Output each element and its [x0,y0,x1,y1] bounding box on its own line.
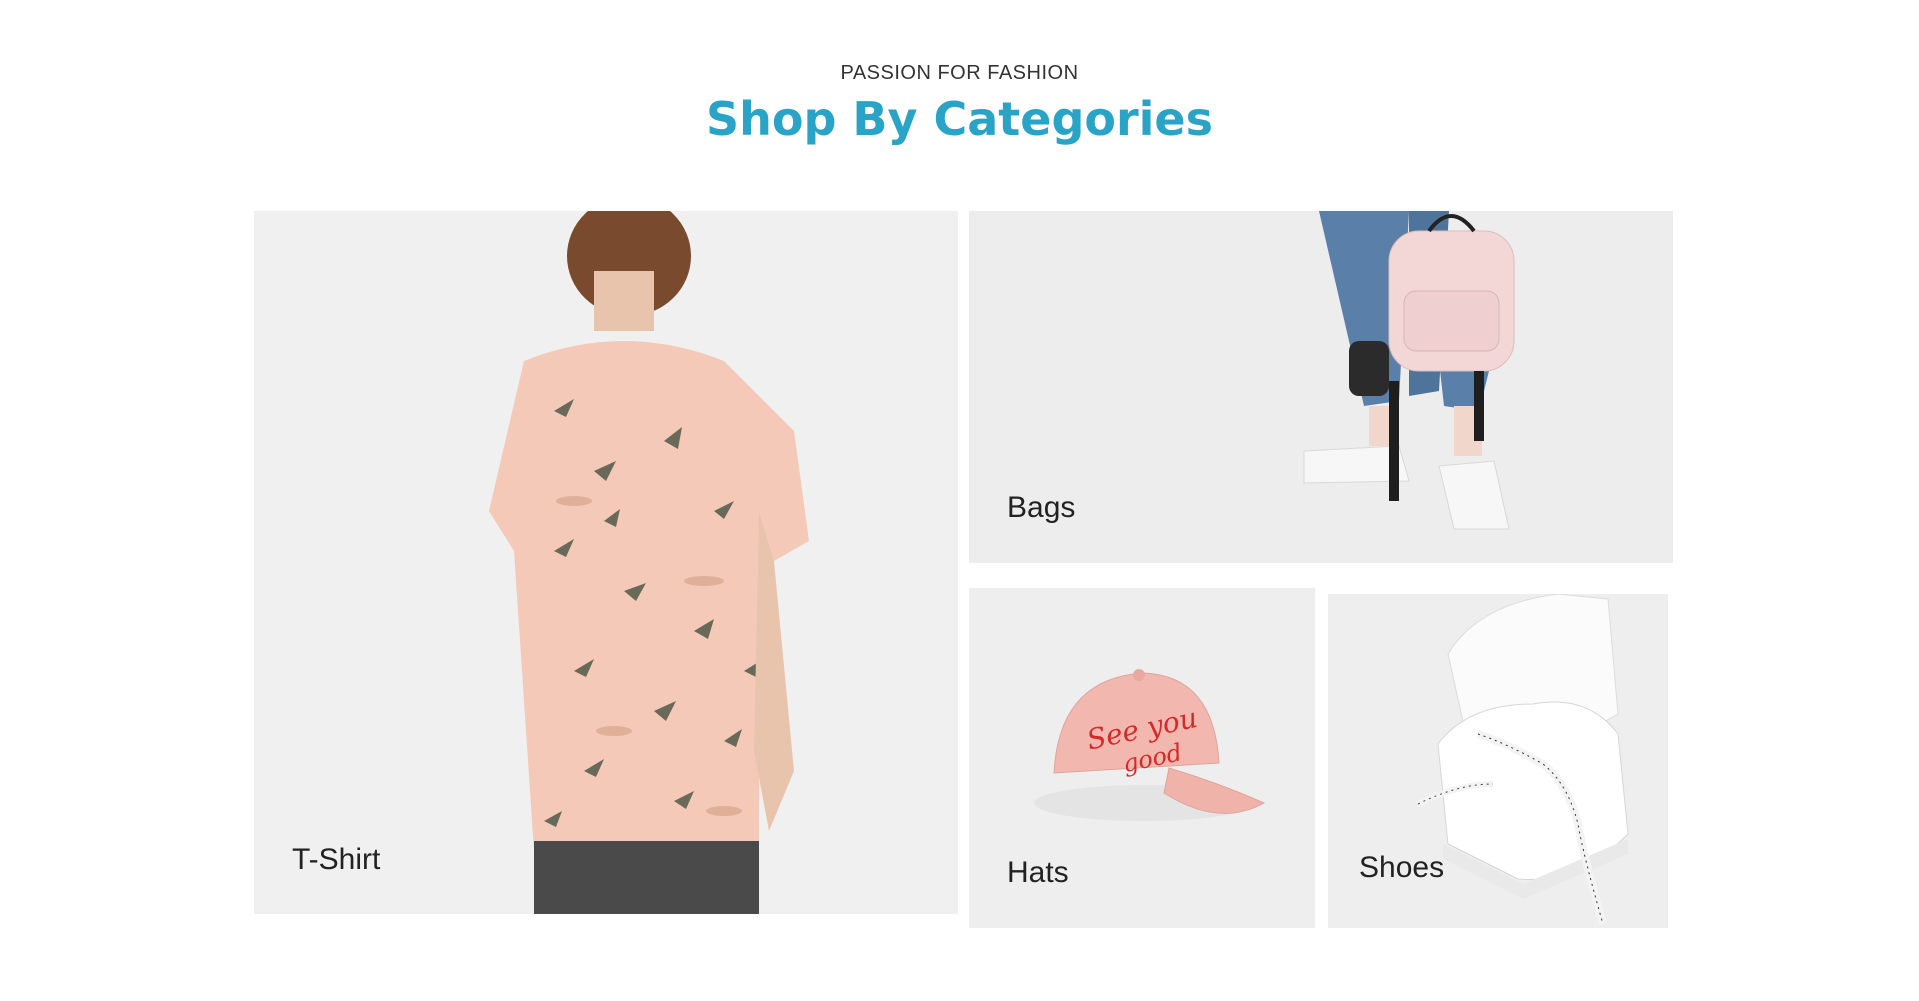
floral-shirt-image [489,211,809,914]
categories-section: PASSION FOR FASHION Shop By Categories T… [0,0,1919,1001]
category-card-tshirt[interactable]: T-Shirt [254,211,958,914]
category-card-hats[interactable]: See you good Hats [969,588,1315,928]
section-title: Shop By Categories [705,92,1214,146]
category-card-shoes[interactable]: Shoes [1328,594,1668,928]
category-label-tshirt[interactable]: T-Shirt [292,843,380,877]
section-eyebrow: PASSION FOR FASHION [840,62,1079,84]
category-label-shoes[interactable]: Shoes [1359,851,1444,885]
category-label-hats[interactable]: Hats [1007,856,1069,890]
category-card-bags[interactable]: Bags [969,211,1673,563]
category-label-bags[interactable]: Bags [1007,491,1075,525]
